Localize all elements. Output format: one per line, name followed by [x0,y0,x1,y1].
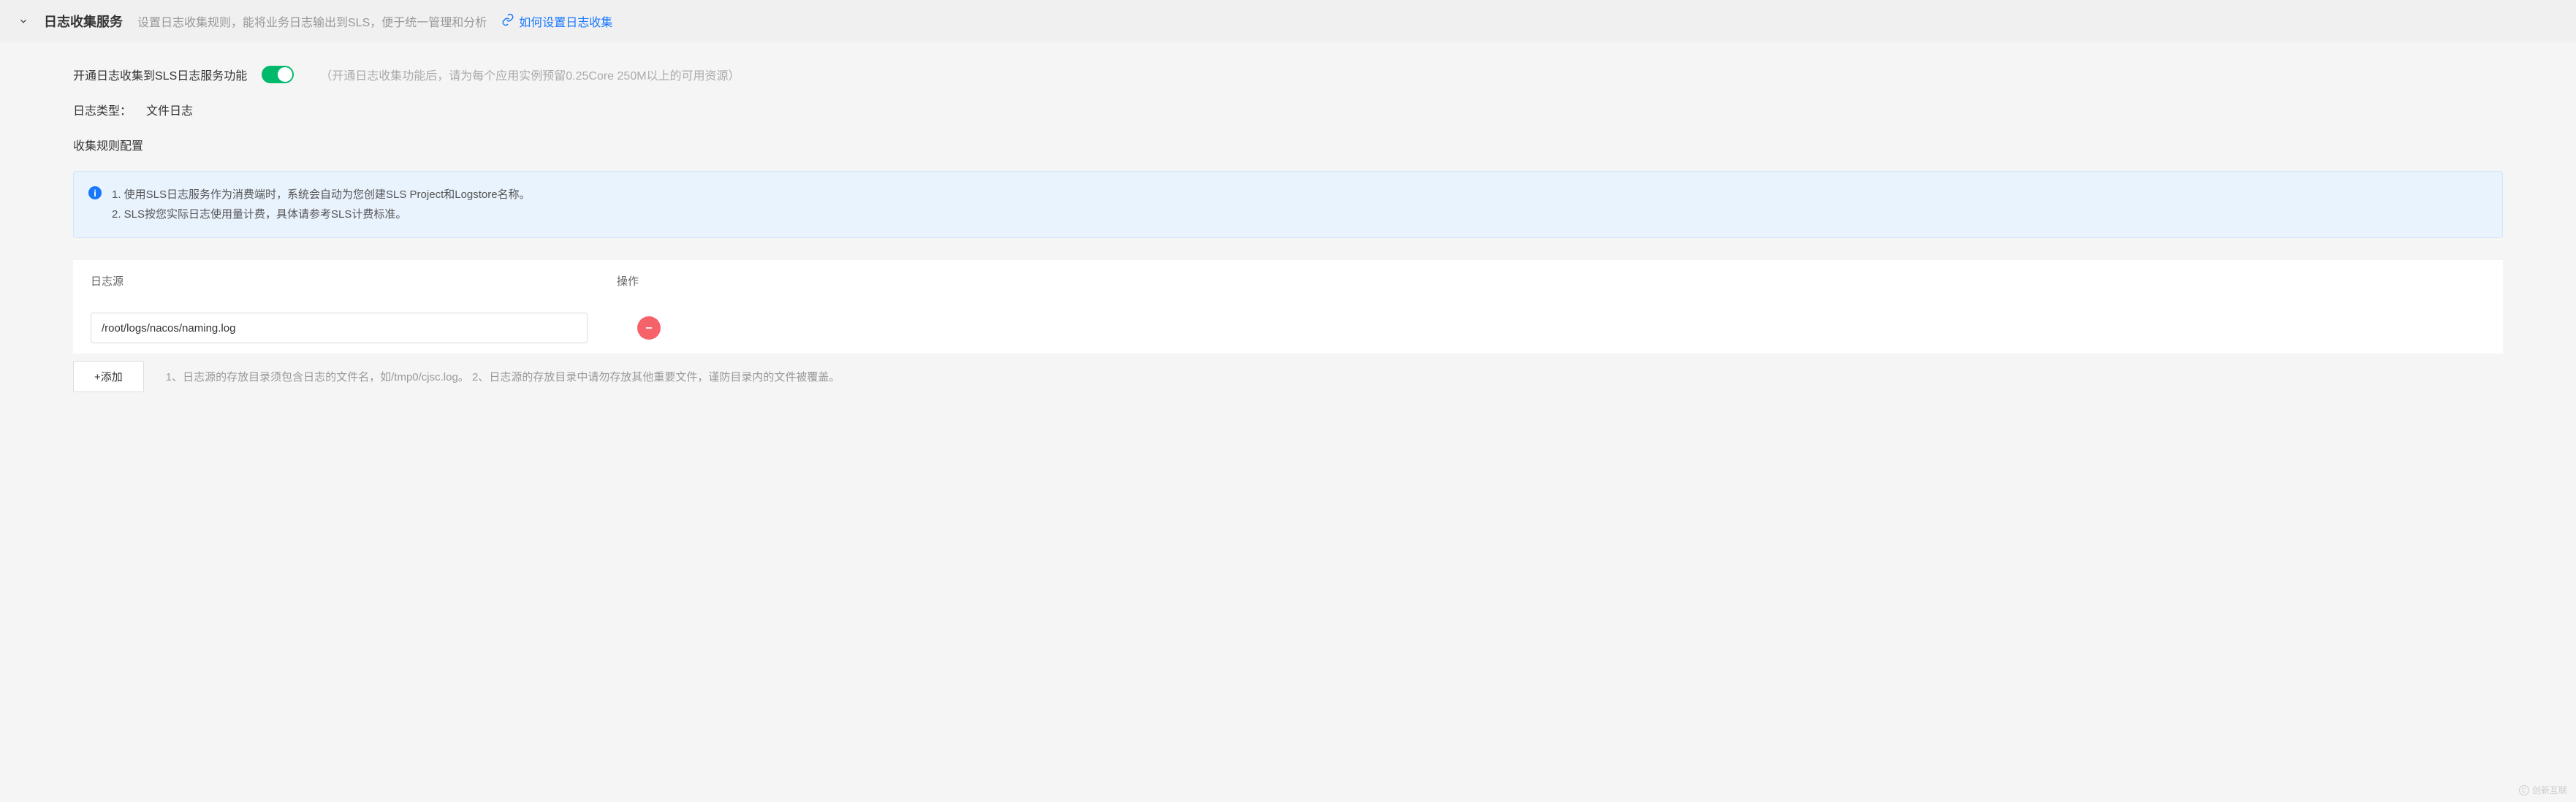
table-row [73,302,2503,354]
help-link[interactable]: 如何设置日志收集 [501,12,612,30]
section-header: 日志收集服务 设置日志收集规则，能将业务日志输出到SLS，便于统一管理和分析 如… [0,0,2576,42]
help-link-text: 如何设置日志收集 [519,12,612,30]
log-source-input[interactable] [91,313,588,343]
watermark-icon: C [2519,785,2529,795]
collapse-toggle[interactable] [18,15,29,27]
content-area: 开通日志收集到SLS日志服务功能 （开通日志收集功能后，请为每个应用实例预留0.… [0,42,2576,423]
log-type-row: 日志类型： 文件日志 [73,101,2503,118]
section-description: 设置日志收集规则，能将业务日志输出到SLS，便于统一管理和分析 [137,12,487,30]
enable-label: 开通日志收集到SLS日志服务功能 [73,66,247,83]
watermark: C 创新互联 [2519,784,2567,796]
section-title: 日志收集服务 [44,12,123,31]
footer-row: +添加 1、日志源的存放目录须包含日志的文件名，如/tmp0/cjsc.log。… [73,354,2503,400]
toggle-knob [278,67,292,82]
chevron-down-icon [18,16,29,26]
log-type-value: 文件日志 [146,101,193,118]
enable-toggle[interactable] [262,66,294,83]
log-type-label: 日志类型： [73,101,132,118]
info-line-2: 2. SLS按您实际日志使用量计费，具体请参考SLS计费标准。 [112,205,531,224]
enable-row: 开通日志收集到SLS日志服务功能 （开通日志收集功能后，请为每个应用实例预留0.… [73,66,2503,83]
watermark-text: 创新互联 [2532,784,2567,796]
col-header-source: 日志源 [91,273,617,289]
log-source-table: 日志源 操作 [73,260,2503,354]
add-button[interactable]: +添加 [73,361,144,392]
rule-config-row: 收集规则配置 [73,136,2503,153]
info-content: 1. 使用SLS日志服务作为消费端时，系统会自动为您创建SLS Project和… [112,185,531,224]
info-line-1: 1. 使用SLS日志服务作为消费端时，系统会自动为您创建SLS Project和… [112,185,531,205]
col-header-action: 操作 [617,273,639,289]
info-box: i 1. 使用SLS日志服务作为消费端时，系统会自动为您创建SLS Projec… [73,171,2503,238]
rule-config-label: 收集规则配置 [73,136,143,153]
table-header: 日志源 操作 [73,260,2503,302]
link-icon [501,13,514,30]
info-icon: i [88,186,102,199]
footer-hint: 1、日志源的存放目录须包含日志的文件名，如/tmp0/cjsc.log。 2、日… [166,369,840,384]
enable-hint: （开通日志收集功能后，请为每个应用实例预留0.25Core 250M以上的可用资… [320,66,740,83]
minus-icon [644,323,654,333]
remove-button[interactable] [637,316,661,340]
